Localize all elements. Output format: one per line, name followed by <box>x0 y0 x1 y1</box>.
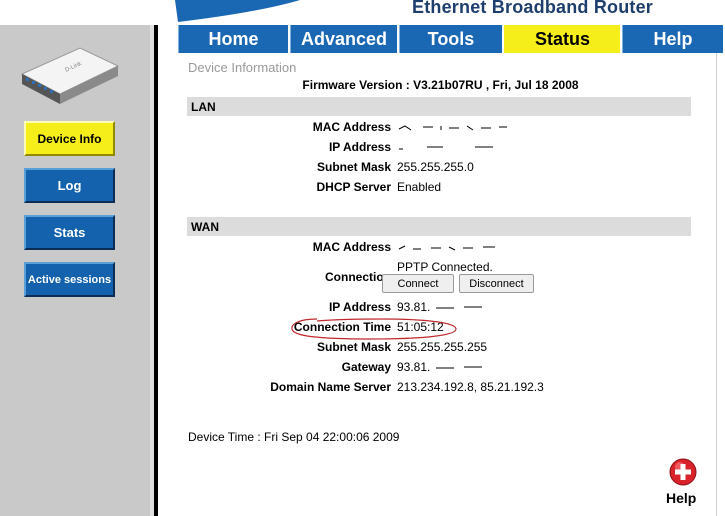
tab-label: Tools <box>427 28 475 49</box>
firmware-version: Firmware Version : V3.21b07RU , Fri, Jul… <box>302 78 579 92</box>
device-time: Device Time : Fri Sep 04 22:00:06 2009 <box>188 430 400 444</box>
tab-help[interactable]: Help <box>622 25 725 53</box>
panel-divider-dark <box>154 25 158 516</box>
lan-subnet-label: Subnet Mask <box>316 160 391 174</box>
wan-connection-value: PPTP Connected. <box>397 260 493 274</box>
content-panel: Device Information Firmware Version : V3… <box>178 53 725 516</box>
lan-header: LAN <box>187 97 691 116</box>
wan-subnet-value: 255.255.255.255 <box>397 340 488 354</box>
header-band: Ethernet Broadband Router <box>0 0 725 25</box>
sidebar-item-label: Device Info <box>37 131 102 146</box>
sidebar-item-device-info[interactable]: Device Info <box>24 121 115 156</box>
help-link[interactable]: Help <box>666 490 696 506</box>
lan-ip-value <box>397 140 517 154</box>
connect-button[interactable]: Connect <box>382 274 454 293</box>
right-edge <box>716 53 725 516</box>
redacted-mark <box>435 366 482 369</box>
wan-gateway-label: Gateway <box>341 360 391 374</box>
tab-status[interactable]: Status <box>504 25 622 53</box>
redacted-mark <box>435 306 482 309</box>
wan-subnet-label: Subnet Mask <box>316 340 391 354</box>
sidebar-item-active-sessions[interactable]: Active sessions <box>24 262 115 297</box>
router-icon: D-Link <box>20 47 120 104</box>
brand-title: Ethernet Broadband Router <box>412 0 654 17</box>
sidebar-item-label: Log <box>57 178 82 193</box>
tab-label: Home <box>208 28 259 49</box>
tab-home[interactable]: Home <box>178 25 290 53</box>
wan-connection-label: Connection <box>325 270 391 284</box>
disconnect-button[interactable]: Disconnect <box>459 274 534 293</box>
wan-dns-value: 213.234.192.8, 85.21.192.3 <box>397 380 544 394</box>
wan-mac-value <box>397 240 517 254</box>
lan-ip-label: IP Address <box>328 140 391 154</box>
lan-dhcp-value: Enabled <box>397 180 442 194</box>
tab-label: Help <box>653 28 693 49</box>
wan-mac-label: MAC Address <box>312 240 391 254</box>
connect-button-label: Connect <box>397 277 439 290</box>
sidebar-item-label: Active sessions <box>27 273 112 286</box>
sidebar-item-label: Stats <box>53 225 86 240</box>
sidebar-item-stats[interactable]: Stats <box>24 215 115 250</box>
redacted-mark <box>398 245 495 251</box>
highlight-ellipse <box>291 318 457 340</box>
lan-subnet-value: 255.255.255.0 <box>397 160 474 174</box>
redacted-mark <box>399 146 493 150</box>
disconnect-button-label: Disconnect <box>469 277 524 290</box>
wan-dns-label: Domain Name Server <box>270 380 391 394</box>
redacted-mark <box>398 125 507 131</box>
section-title: Device Information <box>188 60 297 75</box>
wan-header: WAN <box>187 217 691 236</box>
tab-tools[interactable]: Tools <box>399 25 504 53</box>
help-plus-icon[interactable] <box>669 458 697 486</box>
lan-dhcp-label: DHCP Server <box>316 180 391 194</box>
tab-advanced[interactable]: Advanced <box>290 25 399 53</box>
wan-ip-label: IP Address <box>328 300 391 314</box>
tab-label: Advanced <box>300 28 388 49</box>
wan-gateway-value: 93.81. <box>397 360 494 374</box>
sidebar-item-log[interactable]: Log <box>24 168 115 203</box>
lan-mac-value <box>397 120 517 134</box>
lan-mac-label: MAC Address <box>312 120 391 134</box>
tab-bar: Home Advanced Tools Status Help <box>178 25 725 53</box>
wan-ip-value: 93.81. <box>397 300 494 314</box>
tab-label: Status <box>534 28 590 49</box>
